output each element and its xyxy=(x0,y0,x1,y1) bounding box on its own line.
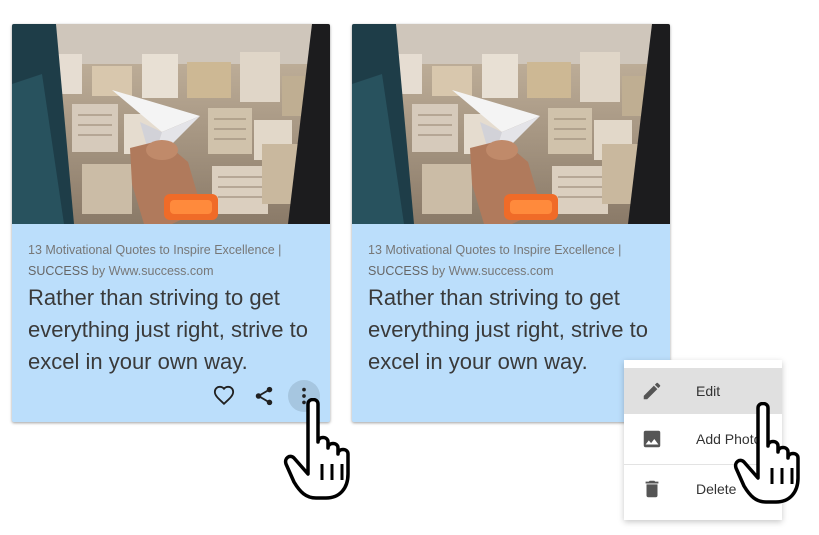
trash-icon xyxy=(641,478,663,500)
card-source: 13 Motivational Quotes to Inspire Excell… xyxy=(28,240,318,282)
card-source: 13 Motivational Quotes to Inspire Excell… xyxy=(368,240,658,282)
hand-pointer-cursor-icon xyxy=(733,402,800,504)
source-by: by xyxy=(91,264,106,278)
quote-text: Rather than striving to get everything j… xyxy=(28,285,309,374)
source-title: 13 Motivational Quotes to Inspire Excell… xyxy=(368,243,622,257)
source-site-link[interactable]: Www.success.com xyxy=(449,264,554,278)
hand-pointer-cursor-icon xyxy=(283,398,350,500)
like-button[interactable] xyxy=(208,380,240,412)
source-name: SUCCESS xyxy=(368,264,429,278)
card-photo xyxy=(352,24,670,224)
quote-text: Rather than striving to get everything j… xyxy=(368,285,649,374)
heart-icon xyxy=(213,385,235,406)
share-button[interactable] xyxy=(248,380,280,412)
source-site-link[interactable]: Www.success.com xyxy=(109,264,214,278)
menu-item-label: Delete xyxy=(696,481,737,497)
menu-item-label: Edit xyxy=(696,383,721,399)
source-name: SUCCESS xyxy=(28,264,89,278)
share-icon xyxy=(255,386,273,406)
card-photo xyxy=(12,24,330,224)
quote-card[interactable]: 13 Motivational Quotes to Inspire Excell… xyxy=(12,24,330,422)
source-title: 13 Motivational Quotes to Inspire Excell… xyxy=(28,243,282,257)
pencil-icon xyxy=(641,380,663,402)
quote-card[interactable]: 13 Motivational Quotes to Inspire Excell… xyxy=(352,24,670,422)
source-by: by xyxy=(431,264,446,278)
image-icon xyxy=(641,428,663,450)
